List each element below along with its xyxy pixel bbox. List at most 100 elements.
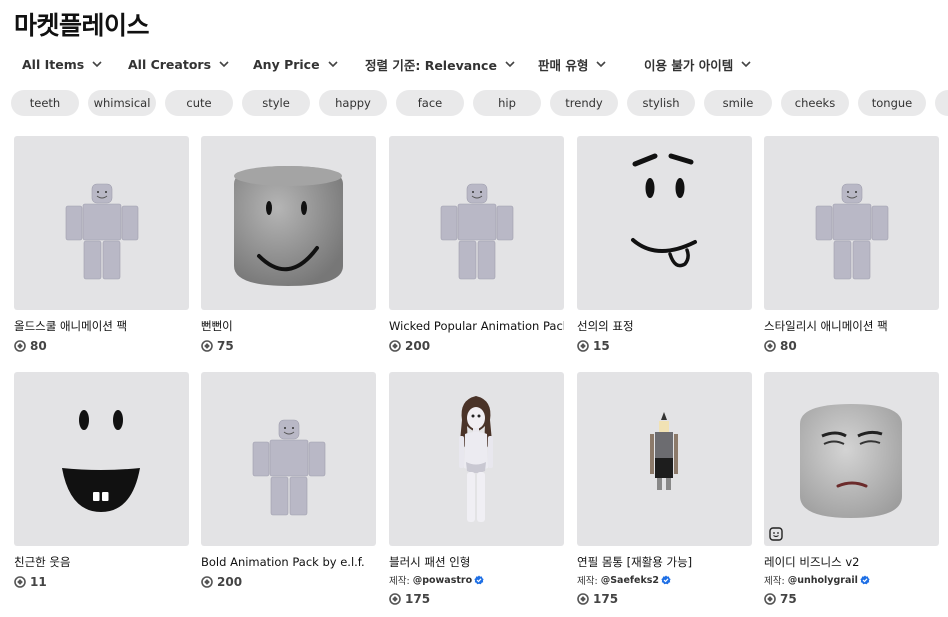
item-price: 80 (764, 339, 939, 353)
item-creator[interactable]: 제작: @powastro (389, 574, 564, 587)
filter-label: Any Price (253, 56, 320, 72)
creator-prefix: 제작: (764, 576, 785, 587)
verified-badge-icon (661, 575, 671, 585)
item-card[interactable]: 올드스쿨 애니메이션 팩 80 (14, 136, 189, 353)
tag-chip[interactable]: cheeks (781, 90, 849, 116)
item-price: 75 (201, 339, 376, 353)
filter-category-dropdown[interactable]: All Items (22, 57, 128, 72)
chevron-down-icon (218, 58, 230, 70)
chevron-down-icon (327, 58, 339, 70)
robux-icon (14, 576, 26, 588)
dynamic-head-icon (769, 527, 783, 541)
tag-chip[interactable]: smile (704, 90, 772, 116)
item-thumbnail[interactable] (14, 136, 189, 310)
price-value: 15 (593, 339, 610, 353)
filter-sales-type-dropdown[interactable]: 판매 유형 (538, 55, 644, 74)
item-price: 175 (389, 592, 564, 606)
price-value: 175 (593, 592, 619, 606)
creator-handle[interactable]: @powastro (413, 575, 472, 586)
filter-label: All Items (22, 56, 85, 72)
item-price: 11 (14, 575, 189, 589)
tag-chip[interactable]: cute (165, 90, 233, 116)
item-thumbnail[interactable] (14, 372, 189, 546)
filter-unavailable-dropdown[interactable]: 이용 불가 아이템 (644, 55, 774, 74)
verified-badge-icon (860, 575, 870, 585)
robux-icon (764, 340, 776, 352)
face-tongue-icon (631, 153, 697, 268)
tag-chip[interactable] (935, 90, 948, 116)
item-card[interactable]: 선의의 표정 15 (577, 136, 752, 353)
item-price: 175 (577, 592, 752, 606)
price-value: 80 (30, 339, 47, 353)
item-thumbnail[interactable] (201, 372, 376, 546)
page-title: 마켓플레이스 (14, 11, 150, 40)
price-value: 175 (405, 592, 431, 606)
item-thumbnail[interactable] (764, 136, 939, 310)
item-card[interactable]: 스타일리시 애니메이션 팩 80 (764, 136, 939, 353)
avatar-pose-icon (815, 183, 889, 280)
item-creator[interactable]: 제작: @Saefeks2 (577, 574, 752, 587)
item-price: 200 (201, 575, 376, 589)
item-thumbnail[interactable] (389, 136, 564, 310)
chevron-down-icon (504, 58, 516, 70)
tag-chip[interactable]: hip (473, 90, 541, 116)
price-value: 11 (30, 575, 47, 589)
filter-bar: All Items All Creators Any Price 정렬 기준: … (22, 54, 774, 74)
tag-chip[interactable]: tongue (858, 90, 926, 116)
creator-prefix: 제작: (389, 576, 410, 587)
doll-figure-icon (459, 396, 493, 522)
item-card[interactable]: 친근한 웃음 11 (14, 372, 189, 589)
pencil-body-icon (650, 412, 678, 490)
item-name[interactable]: 연필 몸통 [재활용 가능] (577, 555, 752, 569)
item-card[interactable]: Bold Animation Pack by e.l.f. 200 (201, 372, 376, 589)
avatar-pose-icon (440, 183, 514, 280)
robux-icon (201, 340, 213, 352)
item-card[interactable]: Wicked Popular Animation Pack 200 (389, 136, 564, 353)
chevron-down-icon (595, 58, 607, 70)
creator-handle[interactable]: @unholygrail (788, 575, 858, 586)
tag-chip[interactable]: trendy (550, 90, 618, 116)
item-thumbnail[interactable] (764, 372, 939, 546)
avatar-pose-icon (65, 183, 139, 280)
item-price: 15 (577, 339, 752, 353)
filter-label: 이용 불가 아이템 (644, 57, 734, 73)
robux-icon (389, 593, 401, 605)
tag-chip[interactable]: face (396, 90, 464, 116)
item-thumbnail[interactable] (577, 372, 752, 546)
tag-chip[interactable]: teeth (11, 90, 79, 116)
chevron-down-icon (91, 58, 103, 70)
item-name[interactable]: 블러시 패션 인형 (389, 555, 564, 569)
robux-icon (577, 593, 589, 605)
creator-handle[interactable]: @Saefeks2 (601, 575, 659, 586)
item-name[interactable]: 뻔뻔이 (201, 319, 376, 333)
chevron-down-icon (740, 58, 752, 70)
item-name[interactable]: 친근한 웃음 (14, 555, 189, 569)
filter-creators-dropdown[interactable]: All Creators (128, 57, 253, 72)
price-value: 200 (217, 575, 243, 589)
item-name[interactable]: 스타일리시 애니메이션 팩 (764, 319, 939, 333)
filter-price-dropdown[interactable]: Any Price (253, 57, 365, 72)
item-card[interactable]: 블러시 패션 인형제작: @powastro 175 (389, 372, 564, 606)
item-card[interactable]: 레이디 비즈니스 v2 제작: @unholygrail 75 (764, 372, 939, 606)
tag-chip[interactable]: style (242, 90, 310, 116)
item-name[interactable]: 선의의 표정 (577, 319, 752, 333)
tag-chip[interactable]: stylish (627, 90, 695, 116)
item-thumbnail[interactable] (389, 372, 564, 546)
item-name[interactable]: 레이디 비즈니스 v2 (764, 555, 939, 569)
avatar-pose-icon (252, 419, 326, 516)
tag-chip[interactable]: happy (319, 90, 387, 116)
item-name[interactable]: Bold Animation Pack by e.l.f. (201, 555, 376, 569)
tag-chip[interactable]: whimsical (88, 90, 156, 116)
item-price: 80 (14, 339, 189, 353)
item-thumbnail[interactable] (577, 136, 752, 310)
filter-sort-dropdown[interactable]: 정렬 기준: Relevance (365, 55, 538, 74)
item-name[interactable]: Wicked Popular Animation Pack (389, 319, 564, 333)
item-name[interactable]: 올드스쿨 애니메이션 팩 (14, 319, 189, 333)
tag-chip-row: teeth whimsical cute style happy face hi… (11, 90, 948, 116)
item-creator[interactable]: 제작: @unholygrail (764, 574, 939, 587)
item-thumbnail[interactable] (201, 136, 376, 310)
item-card[interactable]: 연필 몸통 [재활용 가능] 제작: @Saefeks2 175 (577, 372, 752, 606)
filter-label: 정렬 기준: Relevance (365, 57, 497, 73)
stern-head-icon (800, 404, 902, 518)
item-card[interactable]: 뻔뻔이 75 (201, 136, 376, 353)
